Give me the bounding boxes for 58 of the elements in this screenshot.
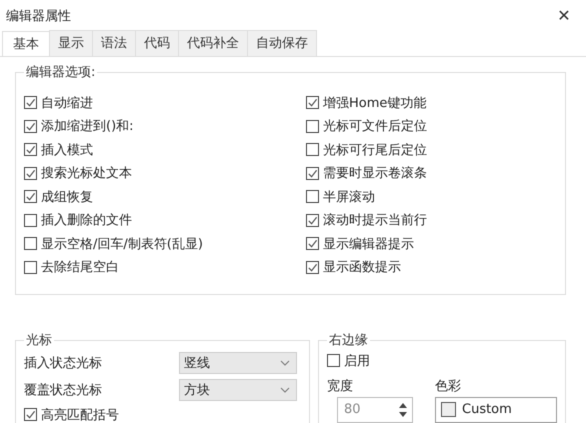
close-button[interactable]: ✕ bbox=[542, 0, 586, 31]
checkbox-label: 光标可文件后定位 bbox=[323, 118, 427, 136]
checkbox[interactable] bbox=[327, 354, 340, 368]
checkbox-label: 滚动时提示当前行 bbox=[323, 212, 427, 230]
checkbox-label: 半屏滚动 bbox=[323, 188, 375, 206]
checkbox[interactable] bbox=[306, 260, 319, 274]
checkbox[interactable] bbox=[24, 190, 37, 204]
window-title: 编辑器属性 bbox=[6, 8, 71, 24]
checkbox[interactable] bbox=[306, 120, 319, 133]
checkbox-label: 成组恢复 bbox=[41, 188, 93, 206]
checkbox-label: 自动缩进 bbox=[41, 94, 93, 112]
group-title: 光标 bbox=[25, 332, 53, 349]
checkbox-label: 光标可行尾后定位 bbox=[323, 142, 427, 159]
checkbox[interactable] bbox=[306, 96, 319, 110]
checkbox[interactable] bbox=[24, 214, 37, 227]
checkbox-label: 启用 bbox=[344, 352, 370, 370]
field-label: 插入状态光标 bbox=[24, 354, 103, 372]
tab[interactable]: 语法 bbox=[92, 30, 136, 56]
checkbox-label: 增强Home键功能 bbox=[323, 94, 426, 112]
checkbox[interactable] bbox=[306, 237, 319, 250]
checkbox[interactable] bbox=[306, 214, 319, 227]
checkbox-label: 需要时显示卷滚条 bbox=[323, 165, 427, 182]
tab[interactable]: 自动保存 bbox=[247, 30, 317, 56]
checkbox-label: 插入删除的文件 bbox=[41, 212, 132, 230]
chevron-down-icon bbox=[280, 386, 290, 392]
tab[interactable]: 显示 bbox=[49, 30, 93, 56]
checkbox-label: 显示编辑器提示 bbox=[323, 236, 414, 253]
field-label: 宽度 bbox=[327, 378, 354, 394]
checkbox[interactable] bbox=[24, 143, 37, 156]
field-label: 覆盖状态光标 bbox=[24, 382, 103, 398]
dropdown[interactable]: 竖线 bbox=[179, 352, 297, 374]
checkbox-label: 搜索光标处文本 bbox=[41, 165, 132, 182]
checkbox[interactable] bbox=[24, 260, 37, 274]
checkbox[interactable] bbox=[24, 166, 37, 180]
group-title: 右边缘 bbox=[328, 332, 369, 349]
color-picker[interactable]: Custom bbox=[435, 396, 557, 422]
checkbox[interactable] bbox=[24, 237, 37, 250]
checkbox-label: 插入模式 bbox=[41, 142, 93, 159]
color-swatch-icon bbox=[441, 402, 456, 417]
group-title: 编辑器选项: bbox=[25, 64, 96, 81]
number-spinner[interactable]: 80 bbox=[337, 396, 413, 422]
checkbox[interactable] bbox=[306, 143, 319, 156]
checkbox[interactable] bbox=[24, 96, 37, 110]
dropdown[interactable]: 方块 bbox=[179, 378, 297, 400]
tab[interactable]: 代码补全 bbox=[178, 30, 248, 56]
checkbox-label: 显示函数提示 bbox=[323, 259, 401, 276]
checkbox-label: 高亮匹配括号 bbox=[41, 406, 119, 423]
tab[interactable]: 代码 bbox=[135, 30, 179, 56]
checkbox-label: 显示空格/回车/制表符(乱显) bbox=[41, 236, 203, 253]
checkbox-label: 添加缩进到()和: bbox=[41, 118, 134, 136]
checkbox[interactable] bbox=[306, 190, 319, 204]
tab[interactable]: 基本 bbox=[2, 31, 50, 56]
chevron-down-icon bbox=[280, 360, 290, 366]
checkbox[interactable] bbox=[306, 166, 319, 180]
checkbox[interactable] bbox=[24, 120, 37, 133]
checkbox-label: 去除结尾空白 bbox=[41, 259, 119, 276]
field-label: 色彩 bbox=[435, 378, 462, 394]
checkbox[interactable] bbox=[24, 408, 37, 422]
